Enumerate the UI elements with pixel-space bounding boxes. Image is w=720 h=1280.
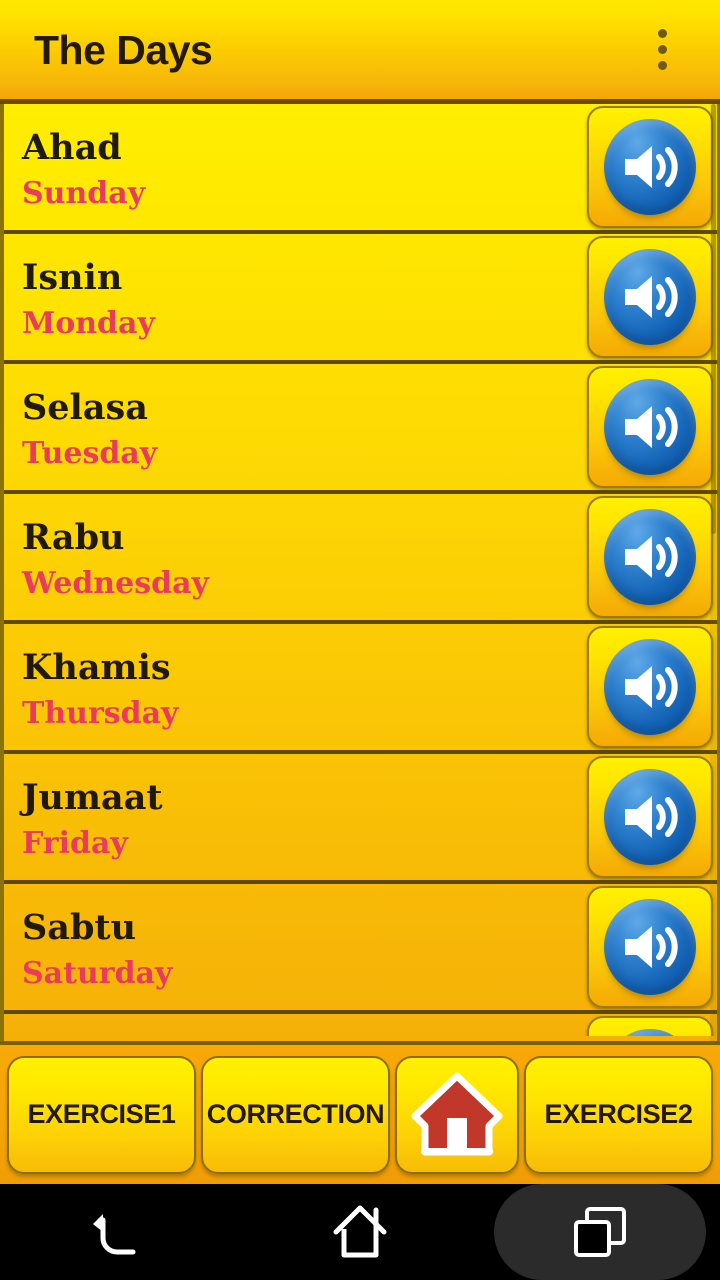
list-item-translation: Saturday [22, 955, 173, 991]
list-item[interactable]: Khamis Thursday [4, 624, 717, 754]
list-item-texts: Ahad Sunday [22, 104, 587, 230]
list-item-translation: Thursday [22, 695, 179, 731]
more-dot-2 [657, 45, 667, 54]
list-item[interactable]: Rabu Wednesday [4, 494, 717, 624]
correction-label: CORRECTION [206, 1099, 385, 1129]
play-audio-button[interactable] [587, 496, 713, 618]
correction-button[interactable]: CORRECTION [201, 1055, 390, 1174]
speaker-volume-icon [604, 899, 696, 995]
list-item[interactable]: Selasa Tuesday [4, 364, 717, 494]
list-item-texts: Sabtu Saturday [22, 884, 587, 1010]
exercise1-button[interactable]: EXERCISE1 [7, 1055, 196, 1174]
android-navigation-bar [0, 1184, 720, 1280]
list-item[interactable]: Isnin Monday [4, 234, 717, 364]
bottom-button-bar: EXERCISE1 CORRECTION EXERCISE2 [0, 1041, 720, 1184]
list-item-translation: Friday [22, 825, 128, 861]
list-scrollbar-thumb[interactable] [711, 104, 716, 534]
exercise1-label: EXERCISE1 [27, 1099, 176, 1129]
play-audio-button[interactable] [587, 886, 713, 1008]
list-item-term: Selasa [22, 386, 148, 428]
list-item-translation: Wednesday [22, 565, 209, 601]
list-item-term: Ahad [22, 126, 122, 168]
speaker-volume-icon [604, 119, 696, 215]
speaker-volume-icon [604, 769, 696, 865]
list-item-texts: Isnin Monday [22, 234, 587, 360]
list-item-term: Jumaat [22, 776, 163, 818]
list-item-partial[interactable] [4, 1014, 717, 1036]
play-audio-button[interactable] [587, 106, 713, 228]
app-root: The Days Ahad Sunday Isnin Monday Selasa… [0, 0, 720, 1280]
speaker-volume-icon [604, 509, 696, 605]
play-audio-button[interactable] [587, 626, 713, 748]
list-item-texts [22, 1014, 587, 1036]
recents-squares-icon[interactable] [480, 1184, 720, 1280]
more-dot-1 [657, 29, 667, 38]
days-list: Ahad Sunday Isnin Monday Selasa Tuesday … [4, 104, 717, 1041]
list-item-translation: Tuesday [22, 435, 158, 471]
list-item-term: Khamis [22, 646, 171, 688]
list-item-term: Isnin [22, 256, 123, 298]
speaker-volume-icon [604, 379, 696, 475]
play-audio-button[interactable] [587, 236, 713, 358]
home-button[interactable] [395, 1055, 519, 1174]
days-list-container[interactable]: Ahad Sunday Isnin Monday Selasa Tuesday … [0, 104, 720, 1041]
home-outline-icon[interactable] [240, 1184, 480, 1280]
list-item-texts: Jumaat Friday [22, 754, 587, 880]
play-audio-button[interactable] [587, 1016, 713, 1036]
home-house-icon [411, 1072, 503, 1158]
speaker-volume-icon [604, 639, 696, 735]
list-item[interactable]: Sabtu Saturday [4, 884, 717, 1014]
more-vert-icon[interactable] [634, 15, 690, 85]
exercise2-label: EXERCISE2 [544, 1099, 693, 1129]
play-audio-button[interactable] [587, 366, 713, 488]
list-item-translation: Monday [22, 305, 155, 341]
exercise2-button[interactable]: EXERCISE2 [524, 1055, 713, 1174]
list-item-term: Rabu [22, 516, 125, 558]
back-arrow-icon[interactable] [0, 1184, 240, 1280]
list-item[interactable]: Jumaat Friday [4, 754, 717, 884]
page-title: The Days [34, 27, 213, 73]
list-item-term: Sabtu [22, 906, 137, 948]
list-item-translation: Sunday [22, 175, 146, 211]
more-dot-3 [657, 61, 667, 70]
list-item-texts: Khamis Thursday [22, 624, 587, 750]
speaker-volume-icon [604, 1029, 696, 1036]
list-scrollbar[interactable] [710, 104, 717, 1041]
list-item-texts: Rabu Wednesday [22, 494, 587, 620]
play-audio-button[interactable] [587, 756, 713, 878]
speaker-volume-icon [604, 249, 696, 345]
list-item-texts: Selasa Tuesday [22, 364, 587, 490]
list-item[interactable]: Ahad Sunday [4, 104, 717, 234]
app-header: The Days [0, 0, 720, 104]
